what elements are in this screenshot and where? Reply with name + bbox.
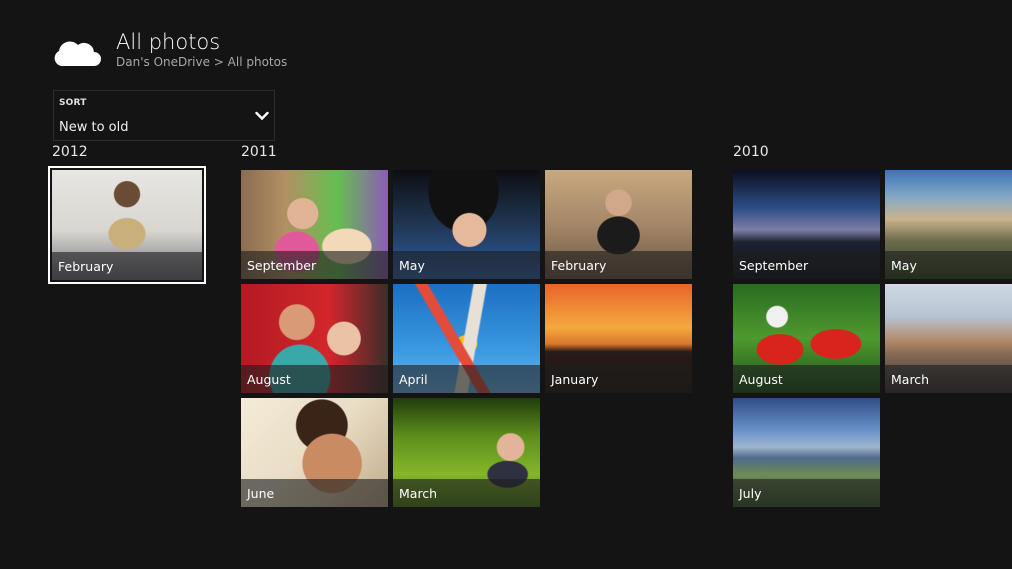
year-header-2010: 2010 <box>733 144 769 160</box>
photo-tile-2012-february[interactable]: February <box>48 166 206 284</box>
tile-label: March <box>891 372 930 387</box>
tile-label: September <box>739 258 809 273</box>
tile-caption-bar: June <box>241 479 388 507</box>
tile-label: June <box>247 486 275 501</box>
tile-label: August <box>739 372 783 387</box>
tile-caption-bar: February <box>52 252 202 280</box>
photo-tile-2011-february[interactable]: February <box>545 170 692 279</box>
tile-label: September <box>247 258 317 273</box>
tile-label: July <box>739 486 762 501</box>
breadcrumb[interactable]: Dan's OneDrive > All photos <box>116 55 287 70</box>
tile-caption-bar: September <box>241 251 388 279</box>
photo-tile-2011-april[interactable]: April <box>393 284 540 393</box>
photo-tile-2010-september[interactable]: September <box>733 170 880 279</box>
tile-caption-bar: September <box>733 251 880 279</box>
tile-label: May <box>891 258 917 273</box>
photo-tile-2011-march[interactable]: March <box>393 398 540 507</box>
tile-label: February <box>58 259 114 274</box>
sort-dropdown[interactable]: SORT New to old <box>53 90 275 141</box>
tile-caption-bar: August <box>733 365 880 393</box>
photo-tile-2011-september[interactable]: September <box>241 170 388 279</box>
tile-caption-bar: January <box>545 365 692 393</box>
photo-tile-2010-may[interactable]: May <box>885 170 1012 279</box>
photo-tile-2011-august[interactable]: August <box>241 284 388 393</box>
tile-caption-bar: March <box>885 365 1012 393</box>
tile-caption-bar: March <box>393 479 540 507</box>
year-header-2012: 2012 <box>52 144 88 160</box>
tile-caption-bar: August <box>241 365 388 393</box>
photo-tile-2011-january[interactable]: January <box>545 284 692 393</box>
tile-label: January <box>551 372 599 387</box>
tile-label: May <box>399 258 425 273</box>
photo-tile-2010-march[interactable]: March <box>885 284 1012 393</box>
year-header-2011: 2011 <box>241 144 277 160</box>
onedrive-cloud-icon <box>54 41 101 67</box>
photo-tile-2011-june[interactable]: June <box>241 398 388 507</box>
tile-caption-bar: April <box>393 365 540 393</box>
tile-label: March <box>399 486 438 501</box>
photo-tile-2011-may[interactable]: May <box>393 170 540 279</box>
photo-tile-2010-july[interactable]: July <box>733 398 880 507</box>
tile-caption-bar: May <box>393 251 540 279</box>
tile-caption-bar: May <box>885 251 1012 279</box>
tile-caption-bar: February <box>545 251 692 279</box>
tile-caption-bar: July <box>733 479 880 507</box>
photo-tile-2010-august[interactable]: August <box>733 284 880 393</box>
sort-label: SORT <box>59 98 87 108</box>
tile-label: April <box>399 372 428 387</box>
sort-value: New to old <box>59 120 129 135</box>
tile-label: February <box>551 258 607 273</box>
chevron-down-icon <box>255 111 269 121</box>
page-title: All photos <box>116 30 221 54</box>
tile-label: August <box>247 372 291 387</box>
